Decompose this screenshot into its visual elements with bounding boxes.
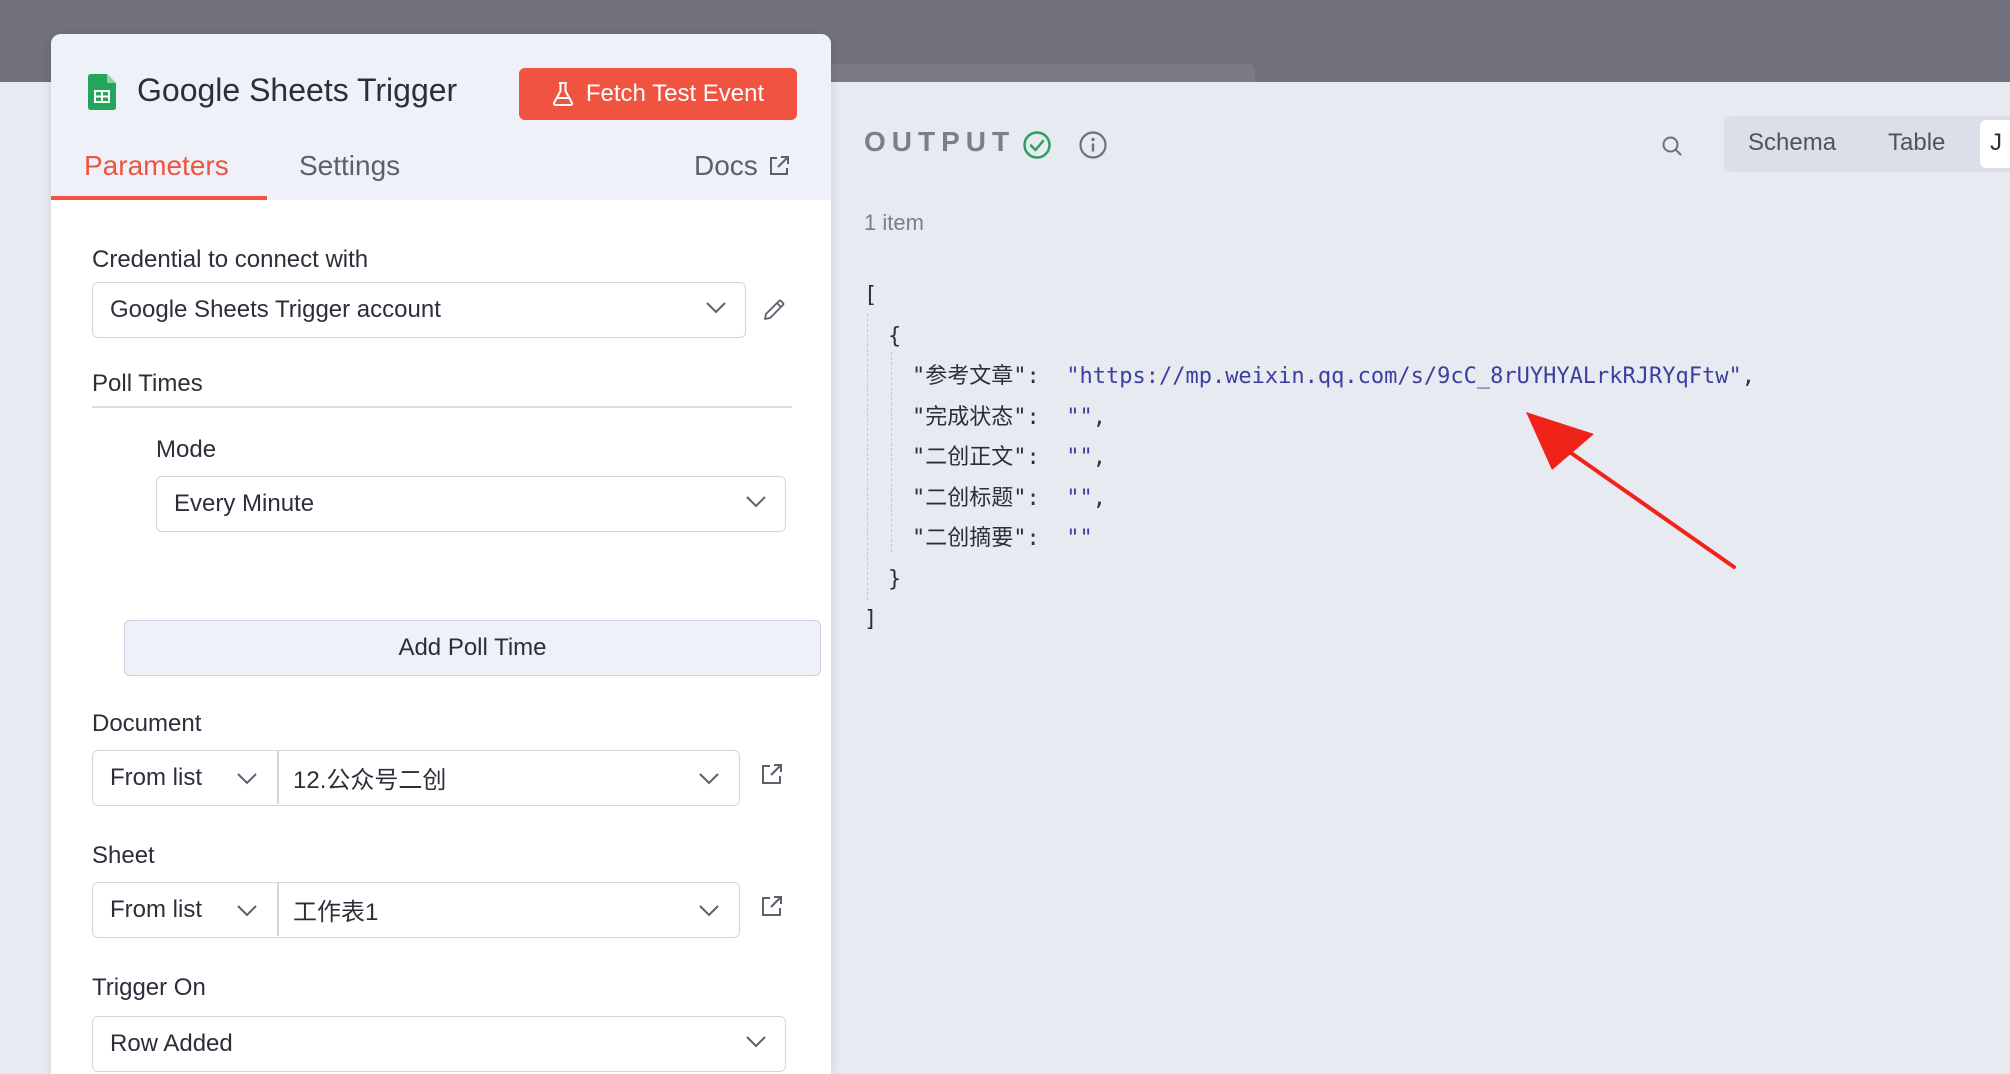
view-json[interactable]: J <box>1980 120 2010 168</box>
json-comma: , <box>1092 404 1106 430</box>
tab-docs[interactable]: Docs <box>694 150 790 182</box>
sheet-value: 工作表1 <box>293 899 379 926</box>
annotation-arrow-icon <box>1526 412 1736 569</box>
check-circle-icon <box>1023 131 1051 159</box>
chevron-down-icon <box>746 496 766 508</box>
json-value: "" <box>1066 485 1093 511</box>
output-view-switch: Schema Table J <box>1724 116 2010 172</box>
credential-select[interactable]: Google Sheets Trigger account <box>92 282 746 338</box>
mode-label: Mode <box>156 436 217 463</box>
credential-label: Credential to connect with <box>92 246 369 273</box>
document-value-select[interactable]: 12.公众号二创 <box>293 751 713 804</box>
trigger-on-label: Trigger On <box>92 974 206 1001</box>
background-tab <box>830 64 1255 82</box>
node-title: Google Sheets Trigger <box>137 72 458 108</box>
json-comma: , <box>1092 485 1106 511</box>
json-line: [ <box>864 276 1755 317</box>
chevron-down-icon <box>237 773 257 785</box>
view-schema[interactable]: Schema <box>1748 129 1836 157</box>
google-sheets-icon <box>88 74 116 110</box>
view-table[interactable]: Table <box>1888 129 1945 157</box>
json-close-brace: } <box>888 566 902 592</box>
json-row: "参考文章": "https://mp.weixin.qq.com/s/9cC_… <box>864 357 1755 398</box>
pencil-icon[interactable] <box>762 298 786 322</box>
json-open-brace: { <box>888 323 902 349</box>
trigger-on-select[interactable]: Row Added <box>92 1016 786 1072</box>
document-source-value: From list <box>110 763 202 791</box>
fetch-button-label: Fetch Test Event <box>585 80 765 107</box>
json-value: "" <box>1066 404 1093 430</box>
docs-label: Docs <box>694 150 758 181</box>
external-link-icon <box>769 156 789 175</box>
poll-times-divider <box>92 406 792 408</box>
mode-select[interactable]: Every Minute <box>156 476 786 532</box>
output-title: OUTPUT <box>864 126 1016 157</box>
json-key: "完成状态": <box>912 404 1040 430</box>
json-comma: , <box>1741 364 1756 389</box>
chevron-down-icon <box>706 302 726 314</box>
json-key: "二创摘要": <box>912 526 1040 551</box>
tab-parameters[interactable]: Parameters <box>84 150 229 182</box>
chevron-down-icon <box>699 905 719 917</box>
active-tab-indicator <box>51 196 267 200</box>
credential-value: Google Sheets Trigger account <box>110 296 441 323</box>
info-icon[interactable] <box>1078 130 1108 160</box>
mode-value: Every Minute <box>174 490 315 517</box>
json-value: "" <box>1066 526 1093 551</box>
json-value: "https://mp.weixin.qq.com/s/9cC_8rUYHYAL… <box>1066 364 1742 389</box>
sheet-selector: From list 工作表1 <box>92 882 740 938</box>
chevron-down-icon <box>699 773 719 785</box>
document-value: 12.公众号二创 <box>293 767 447 794</box>
sheet-source-value: From list <box>110 895 202 923</box>
json-key: "二创标题": <box>912 485 1040 511</box>
json-comma: , <box>1092 445 1106 470</box>
sheet-label: Sheet <box>92 842 155 869</box>
document-selector: From list 12.公众号二创 <box>92 750 740 806</box>
view-json-label: J <box>1990 129 2002 156</box>
search-icon[interactable] <box>1660 134 1684 158</box>
external-link-icon[interactable] <box>760 762 784 786</box>
poll-times-label: Poll Times <box>92 370 203 397</box>
chevron-down-icon <box>746 1036 766 1048</box>
flask-icon <box>552 82 573 106</box>
selector-separator <box>277 751 279 804</box>
json-key: "二创正文": <box>912 445 1040 470</box>
json-line: { <box>864 317 1755 358</box>
json-value: "" <box>1066 445 1093 470</box>
external-link-icon[interactable] <box>760 894 784 918</box>
document-label: Document <box>92 710 202 737</box>
item-count: 1 item <box>864 210 924 235</box>
json-close-bracket: ] <box>864 607 878 632</box>
json-open-bracket: [ <box>864 283 878 308</box>
trigger-on-value: Row Added <box>110 1030 233 1057</box>
chevron-down-icon <box>237 905 257 917</box>
tab-settings[interactable]: Settings <box>299 150 400 182</box>
node-parameters-panel: Google Sheets Trigger Fetch Test Event P… <box>51 34 831 1074</box>
selector-separator <box>277 883 279 936</box>
json-line: ] <box>864 600 1755 641</box>
add-poll-time-button[interactable]: Add Poll Time <box>124 620 821 676</box>
fetch-test-event-button[interactable]: Fetch Test Event <box>519 68 797 120</box>
json-key: "参考文章": <box>912 364 1040 389</box>
sheet-value-select[interactable]: 工作表1 <box>293 883 713 936</box>
